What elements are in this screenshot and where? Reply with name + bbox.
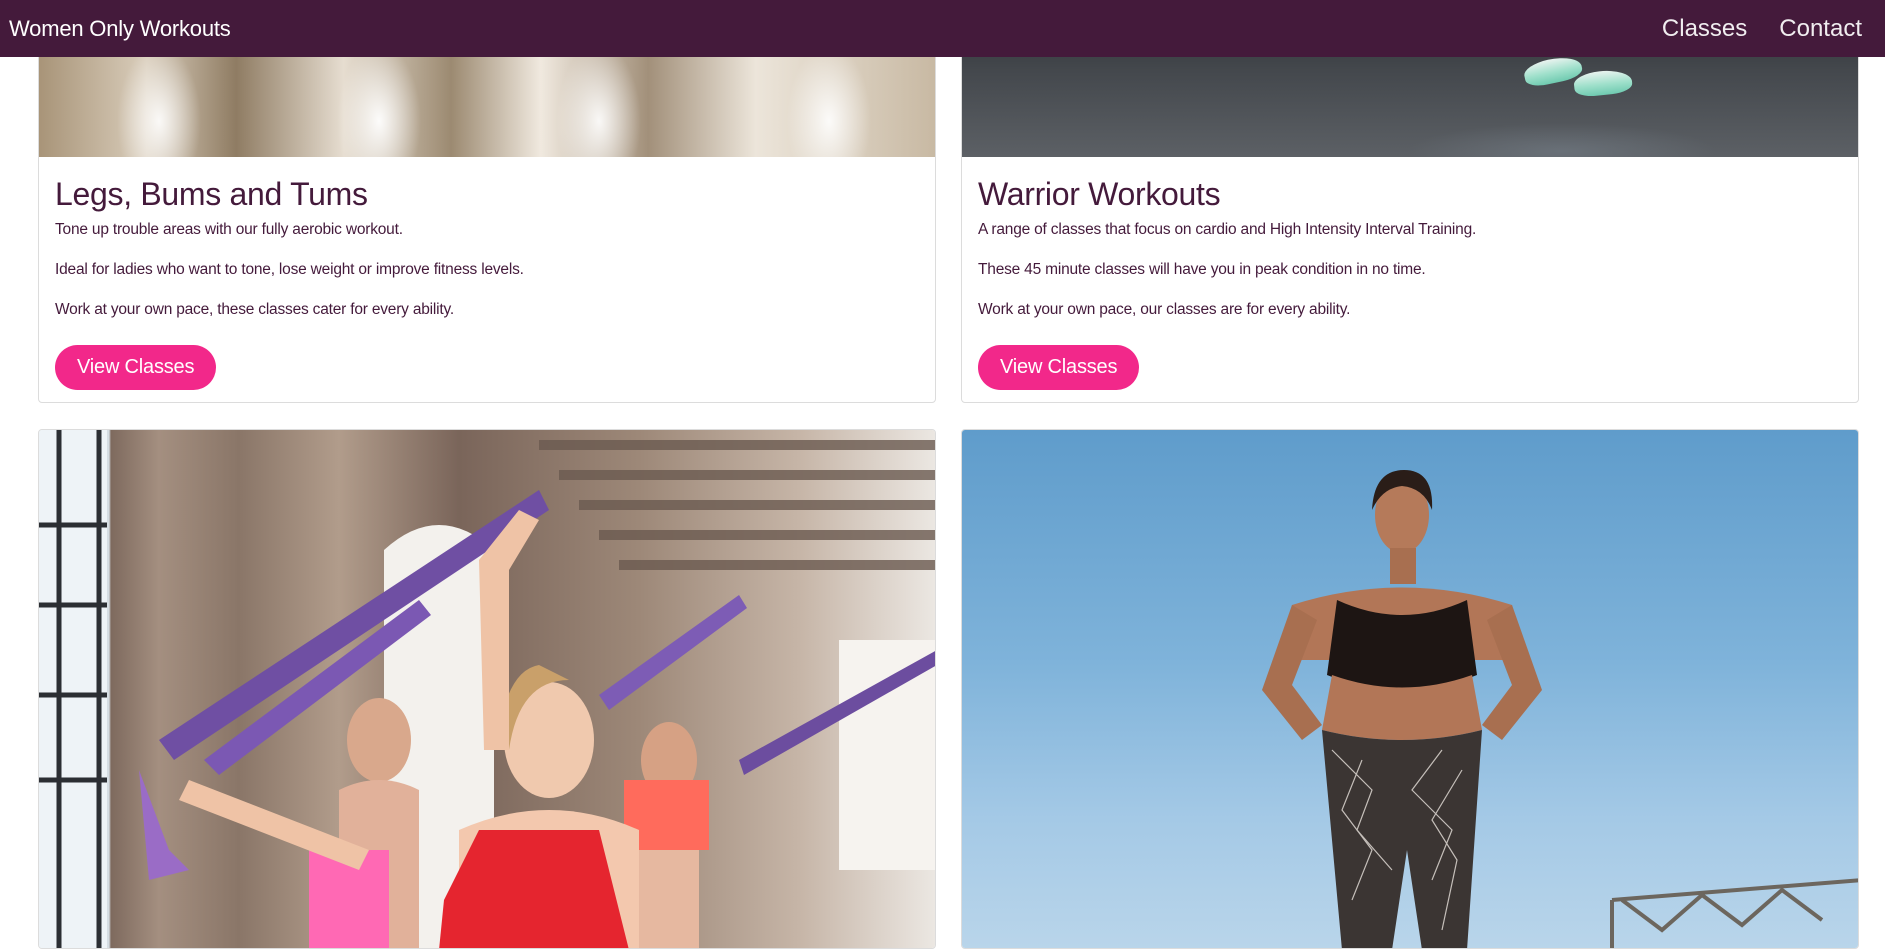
outdoor-athlete-illustration xyxy=(1262,470,1858,948)
class-card-legs-bums-tums: Legs, Bums and Tums Tone up trouble area… xyxy=(38,0,936,403)
nav-link-classes[interactable]: Classes xyxy=(1662,15,1747,43)
card-text: Ideal for ladies who want to tone, lose … xyxy=(55,261,524,278)
brand-link[interactable]: Women Only Workouts xyxy=(0,16,231,42)
card-text: Work at your own pace, our classes are f… xyxy=(978,301,1351,318)
view-classes-button[interactable]: View Classes xyxy=(55,345,217,390)
class-card-image-resistance-bands xyxy=(38,429,936,949)
card-title: Legs, Bums and Tums xyxy=(55,176,368,212)
resistance-band-illustration xyxy=(39,430,935,948)
class-card-image-outdoor-workout xyxy=(961,429,1859,949)
shoe-icon xyxy=(1572,68,1634,98)
nav-links: Classes Contact xyxy=(1662,15,1885,43)
class-card-warrior-workouts: Warrior Workouts A range of classes that… xyxy=(961,0,1859,403)
card-text: A range of classes that focus on cardio … xyxy=(978,221,1477,238)
card-text: Tone up trouble areas with our fully aer… xyxy=(55,221,403,238)
card-title: Warrior Workouts xyxy=(978,176,1221,212)
card-text: Work at your own pace, these classes cat… xyxy=(55,301,455,318)
view-classes-button[interactable]: View Classes xyxy=(978,345,1140,390)
card-body: Warrior Workouts A range of classes that… xyxy=(962,157,1858,390)
card-image-outdoor-workout xyxy=(962,430,1858,948)
navbar: Women Only Workouts Classes Contact xyxy=(0,0,1885,57)
card-image-resistance-bands xyxy=(39,430,935,948)
nav-link-contact[interactable]: Contact xyxy=(1779,15,1862,43)
card-text: These 45 minute classes will have you in… xyxy=(978,261,1426,278)
card-body: Legs, Bums and Tums Tone up trouble area… xyxy=(39,157,935,390)
